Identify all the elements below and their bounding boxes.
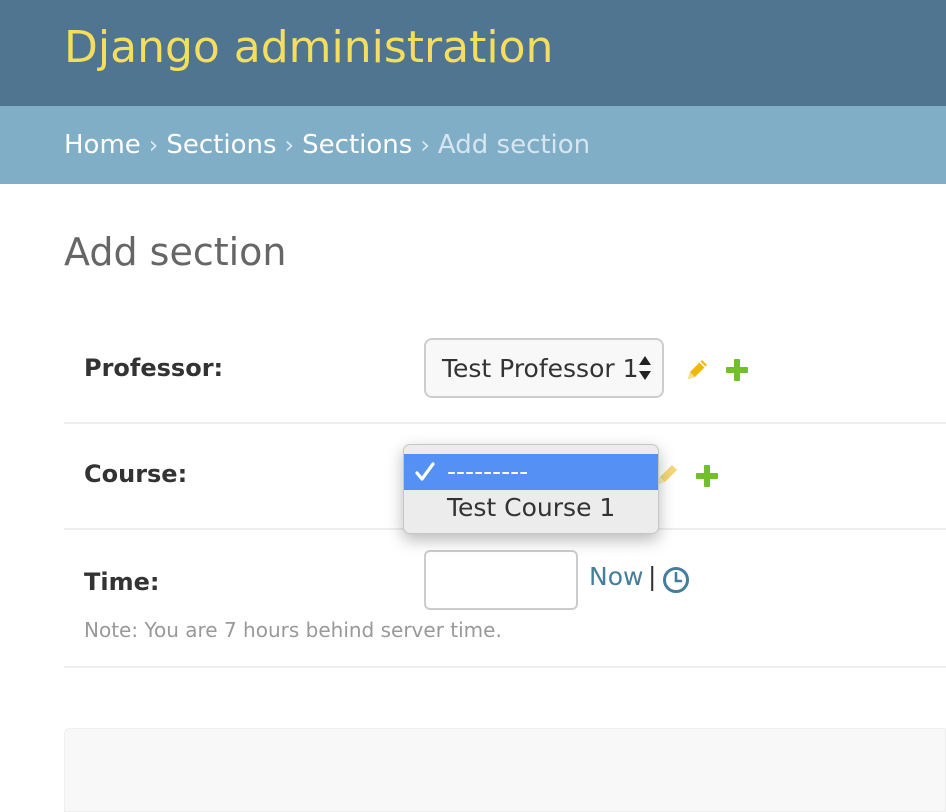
time-input[interactable]	[424, 550, 578, 610]
plus-icon[interactable]	[725, 358, 749, 382]
course-label: Course:	[84, 460, 188, 488]
breadcrumb-separator: ›	[284, 131, 295, 159]
time-label: Time:	[84, 568, 160, 596]
now-link[interactable]: Now	[589, 562, 643, 591]
dropdown-option-test-course-1[interactable]: Test Course 1	[404, 490, 658, 526]
breadcrumb-separator: ›	[148, 131, 159, 159]
professor-select-value: Test Professor 1	[442, 353, 639, 383]
course-dropdown-list: --------- Test Course 1	[403, 444, 659, 534]
submit-row	[64, 728, 946, 812]
select-arrows-icon	[639, 356, 651, 380]
breadcrumb: Home › Sections › Sections › Add section	[0, 106, 946, 184]
form-row-professor: Professor: Test Professor 1	[64, 320, 946, 424]
clock-icon[interactable]	[662, 566, 690, 594]
breadcrumb-separator: ›	[420, 131, 430, 159]
breadcrumb-model-link[interactable]: Sections	[302, 130, 412, 160]
form-row-time: Time: Now | Note: You are 7 hours behind…	[64, 530, 946, 668]
dropdown-option-label: Test Course 1	[447, 493, 616, 522]
dropdown-option-empty[interactable]: ---------	[404, 454, 658, 490]
page-title: Add section	[64, 230, 287, 274]
site-header: Django administration	[0, 0, 946, 106]
breadcrumb-current: Add section	[437, 130, 591, 160]
breadcrumb-app-link[interactable]: Sections	[166, 130, 276, 160]
professor-select[interactable]: Test Professor 1	[424, 338, 664, 398]
breadcrumb-home-link[interactable]: Home	[64, 130, 141, 160]
timezone-warning: Note: You are 7 hours behind server time…	[84, 618, 502, 642]
time-separator: |	[648, 562, 657, 591]
plus-icon[interactable]	[695, 464, 719, 488]
dropdown-option-label: ---------	[447, 457, 529, 486]
site-title[interactable]: Django administration	[64, 20, 553, 76]
professor-label: Professor:	[84, 354, 224, 382]
pencil-icon[interactable]	[684, 357, 710, 383]
checkmark-icon	[415, 462, 435, 481]
